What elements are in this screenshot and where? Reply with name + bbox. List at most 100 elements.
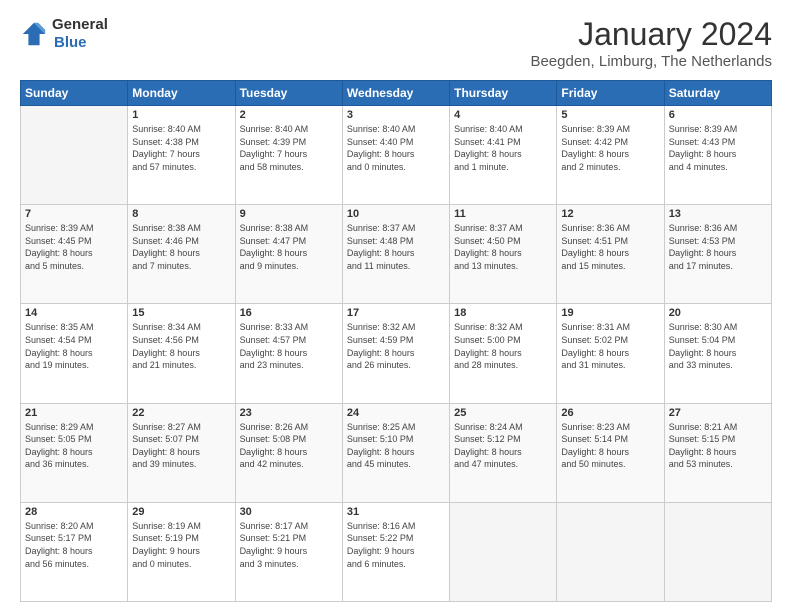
header-tuesday: Tuesday [235, 81, 342, 106]
header-thursday: Thursday [450, 81, 557, 106]
day-number: 7 [25, 208, 123, 220]
day-number: 26 [561, 407, 659, 419]
day-number: 22 [132, 407, 230, 419]
day-number: 24 [347, 407, 445, 419]
logo-text: General Blue [52, 16, 108, 52]
day-number: 30 [240, 506, 338, 518]
header-saturday: Saturday [664, 81, 771, 106]
day-info: Sunrise: 8:40 AM Sunset: 4:39 PM Dayligh… [240, 123, 338, 173]
day-info: Sunrise: 8:36 AM Sunset: 4:53 PM Dayligh… [669, 222, 767, 272]
month-title: January 2024 [530, 16, 772, 53]
calendar-cell [664, 502, 771, 601]
calendar-cell: 20 Sunrise: 8:30 AM Sunset: 5:04 PM Dayli… [664, 304, 771, 403]
header-wednesday: Wednesday [342, 81, 449, 106]
calendar-week-5: 28 Sunrise: 8:20 AM Sunset: 5:17 PM Dayli… [21, 502, 772, 601]
calendar-cell: 30Sunrise: 8:17 AM Sunset: 5:21 PM Dayli… [235, 502, 342, 601]
calendar-cell: 4 Sunrise: 8:40 AM Sunset: 4:41 PM Daylig… [450, 106, 557, 205]
day-number: 20 [669, 307, 767, 319]
day-number: 28 [25, 506, 123, 518]
calendar-cell: 2Sunrise: 8:40 AM Sunset: 4:39 PM Daylig… [235, 106, 342, 205]
calendar-cell: 29Sunrise: 8:19 AM Sunset: 5:19 PM Dayli… [128, 502, 235, 601]
calendar-cell: 31Sunrise: 8:16 AM Sunset: 5:22 PM Dayli… [342, 502, 449, 601]
day-info: Sunrise: 8:32 AM Sunset: 5:00 PM Dayligh… [454, 321, 552, 371]
day-number: 17 [347, 307, 445, 319]
calendar-cell: 14 Sunrise: 8:35 AM Sunset: 4:54 PM Dayli… [21, 304, 128, 403]
calendar-cell: 12 Sunrise: 8:36 AM Sunset: 4:51 PM Dayli… [557, 205, 664, 304]
day-info: Sunrise: 8:32 AM Sunset: 4:59 PM Dayligh… [347, 321, 445, 371]
day-info: Sunrise: 8:40 AM Sunset: 4:40 PM Dayligh… [347, 123, 445, 173]
day-info: Sunrise: 8:27 AM Sunset: 5:07 PM Dayligh… [132, 421, 230, 471]
calendar-cell: 11Sunrise: 8:37 AM Sunset: 4:50 PM Dayli… [450, 205, 557, 304]
calendar-cell: 26 Sunrise: 8:23 AM Sunset: 5:14 PM Dayli… [557, 403, 664, 502]
day-info: Sunrise: 8:29 AM Sunset: 5:05 PM Dayligh… [25, 421, 123, 471]
day-info: Sunrise: 8:20 AM Sunset: 5:17 PM Dayligh… [25, 520, 123, 570]
day-number: 12 [561, 208, 659, 220]
logo-blue: Blue [54, 34, 87, 51]
day-info: Sunrise: 8:16 AM Sunset: 5:22 PM Dayligh… [347, 520, 445, 570]
day-info: Sunrise: 8:39 AM Sunset: 4:42 PM Dayligh… [561, 123, 659, 173]
day-number: 16 [240, 307, 338, 319]
calendar-week-1: 1Sunrise: 8:40 AM Sunset: 4:38 PM Daylig… [21, 106, 772, 205]
calendar-cell: 25Sunrise: 8:24 AM Sunset: 5:12 PM Dayli… [450, 403, 557, 502]
calendar-cell: 18 Sunrise: 8:32 AM Sunset: 5:00 PM Dayli… [450, 304, 557, 403]
header: General Blue January 2024 Beegden, Limbu… [20, 16, 772, 70]
day-info: Sunrise: 8:39 AM Sunset: 4:43 PM Dayligh… [669, 123, 767, 173]
logo-icon [20, 20, 48, 48]
day-number: 4 [454, 109, 552, 121]
day-number: 3 [347, 109, 445, 121]
day-info: Sunrise: 8:40 AM Sunset: 4:41 PM Dayligh… [454, 123, 552, 173]
calendar-cell [21, 106, 128, 205]
day-number: 5 [561, 109, 659, 121]
calendar-cell: 10Sunrise: 8:37 AM Sunset: 4:48 PM Dayli… [342, 205, 449, 304]
day-number: 8 [132, 208, 230, 220]
calendar-cell: 5 Sunrise: 8:39 AM Sunset: 4:42 PM Daylig… [557, 106, 664, 205]
calendar-cell: 9 Sunrise: 8:38 AM Sunset: 4:47 PM Daylig… [235, 205, 342, 304]
header-friday: Friday [557, 81, 664, 106]
day-info: Sunrise: 8:26 AM Sunset: 5:08 PM Dayligh… [240, 421, 338, 471]
day-info: Sunrise: 8:25 AM Sunset: 5:10 PM Dayligh… [347, 421, 445, 471]
day-info: Sunrise: 8:35 AM Sunset: 4:54 PM Dayligh… [25, 321, 123, 371]
day-number: 18 [454, 307, 552, 319]
day-number: 9 [240, 208, 338, 220]
logo: General Blue [20, 16, 108, 52]
weekday-header-row: Sunday Monday Tuesday Wednesday Thursday… [21, 81, 772, 106]
calendar-cell [557, 502, 664, 601]
day-info: Sunrise: 8:31 AM Sunset: 5:02 PM Dayligh… [561, 321, 659, 371]
calendar-cell: 22 Sunrise: 8:27 AM Sunset: 5:07 PM Dayli… [128, 403, 235, 502]
day-info: Sunrise: 8:38 AM Sunset: 4:46 PM Dayligh… [132, 222, 230, 272]
calendar-cell: 6 Sunrise: 8:39 AM Sunset: 4:43 PM Daylig… [664, 106, 771, 205]
calendar-week-2: 7 Sunrise: 8:39 AM Sunset: 4:45 PM Daylig… [21, 205, 772, 304]
calendar-cell: 28 Sunrise: 8:20 AM Sunset: 5:17 PM Dayli… [21, 502, 128, 601]
day-number: 15 [132, 307, 230, 319]
day-info: Sunrise: 8:39 AM Sunset: 4:45 PM Dayligh… [25, 222, 123, 272]
calendar-cell: 27 Sunrise: 8:21 AM Sunset: 5:15 PM Dayli… [664, 403, 771, 502]
header-monday: Monday [128, 81, 235, 106]
day-info: Sunrise: 8:36 AM Sunset: 4:51 PM Dayligh… [561, 222, 659, 272]
calendar-cell: 16 Sunrise: 8:33 AM Sunset: 4:57 PM Dayli… [235, 304, 342, 403]
day-info: Sunrise: 8:30 AM Sunset: 5:04 PM Dayligh… [669, 321, 767, 371]
calendar-cell: 21 Sunrise: 8:29 AM Sunset: 5:05 PM Dayli… [21, 403, 128, 502]
day-number: 6 [669, 109, 767, 121]
calendar-cell: 24 Sunrise: 8:25 AM Sunset: 5:10 PM Dayli… [342, 403, 449, 502]
day-number: 1 [132, 109, 230, 121]
day-number: 19 [561, 307, 659, 319]
day-info: Sunrise: 8:23 AM Sunset: 5:14 PM Dayligh… [561, 421, 659, 471]
calendar-cell: 17 Sunrise: 8:32 AM Sunset: 4:59 PM Dayli… [342, 304, 449, 403]
location-title: Beegden, Limburg, The Netherlands [530, 53, 772, 70]
calendar-table: Sunday Monday Tuesday Wednesday Thursday… [20, 80, 772, 602]
day-number: 14 [25, 307, 123, 319]
calendar-cell: 19 Sunrise: 8:31 AM Sunset: 5:02 PM Dayli… [557, 304, 664, 403]
calendar-cell: 1Sunrise: 8:40 AM Sunset: 4:38 PM Daylig… [128, 106, 235, 205]
day-info: Sunrise: 8:38 AM Sunset: 4:47 PM Dayligh… [240, 222, 338, 272]
calendar-cell: 23 Sunrise: 8:26 AM Sunset: 5:08 PM Dayli… [235, 403, 342, 502]
day-number: 29 [132, 506, 230, 518]
day-info: Sunrise: 8:21 AM Sunset: 5:15 PM Dayligh… [669, 421, 767, 471]
day-number: 27 [669, 407, 767, 419]
day-info: Sunrise: 8:33 AM Sunset: 4:57 PM Dayligh… [240, 321, 338, 371]
day-info: Sunrise: 8:34 AM Sunset: 4:56 PM Dayligh… [132, 321, 230, 371]
day-info: Sunrise: 8:24 AM Sunset: 5:12 PM Dayligh… [454, 421, 552, 471]
day-number: 21 [25, 407, 123, 419]
calendar-cell [450, 502, 557, 601]
calendar-cell: 3 Sunrise: 8:40 AM Sunset: 4:40 PM Daylig… [342, 106, 449, 205]
day-number: 23 [240, 407, 338, 419]
